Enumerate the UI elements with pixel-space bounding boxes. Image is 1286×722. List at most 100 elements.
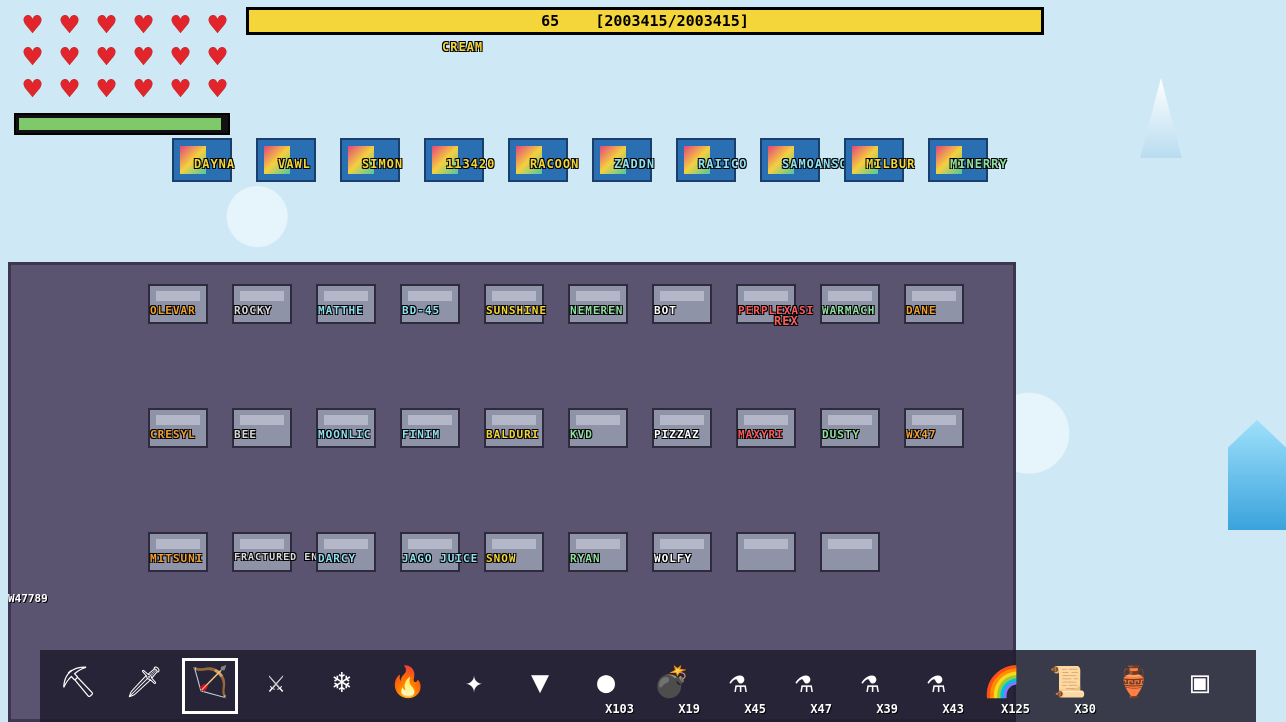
statue-name-label: SNOW [486,552,517,565]
pedestal-name-label: ZADDN [614,157,656,171]
potion-yellow-icon: ⚗ [860,665,880,700]
sword-icon: 🗡 [124,665,164,700]
heart-icon: ♥ [60,40,79,75]
statue-name-label: FINIM [402,428,441,441]
item-count: X45 [744,702,766,716]
hotbar-slot[interactable]: ⚗ X43 [908,658,964,716]
hotbar-slot[interactable]: 🏺 [1106,658,1162,714]
heart-icon: ♥ [208,8,227,43]
statue-name-label: MATTHE [318,304,364,317]
scroll-icon: 📜 [1049,665,1087,700]
statue-name-label: DUSTY [822,428,861,441]
statue-name-label: SUNSHINE [486,304,547,317]
item-count: X103 [605,702,634,716]
museum-statue[interactable] [820,532,880,572]
xp-bar: 65 [2003415/2003415] [246,7,1044,35]
statue-name-label: MAXYRI [738,428,784,441]
statue-sublabel: REX [774,314,799,328]
hotbar-slot[interactable]: ⚔ [248,658,304,714]
hotbar-slot[interactable]: ✦ [446,658,502,714]
hotbar-slot[interactable]: ▼ [512,658,568,714]
bone-rod-icon: ✦ [464,665,484,700]
hotbar-slot[interactable]: ⛏ [50,658,106,714]
heart-icon: ♥ [134,40,153,75]
statue-name-label: WOLFY [654,552,693,565]
hotbar-slot[interactable]: ▣ [1172,658,1228,714]
statue-name-label: JAGO JUICE [402,552,479,565]
statue-name-label: RYAN [570,552,601,565]
statue-name-label: WARMACH [822,304,876,317]
ice-rod-icon: ❄ [332,665,352,700]
heart-icon: ♥ [171,72,190,107]
statue-name-label: BALDURI [486,428,540,441]
statue-name-label: DARCY [318,552,357,565]
heart-icon: ♥ [208,40,227,75]
heart-icon: ♥ [97,40,116,75]
pedestal-name-label: DAYNA [194,157,236,171]
heart-icon: ♥ [97,72,116,107]
statue-name-label: KVD [570,428,593,441]
heart-icon: ♥ [23,40,42,75]
fire-rod-icon: 🔥 [389,665,427,700]
heart-icon: ♥ [60,8,79,43]
statue-name-label: MOONLIC [318,428,372,441]
heart-icon: ♥ [134,72,153,107]
energy-bar-fill [19,118,221,130]
heart-icon: ♥ [208,72,227,107]
potion-multi-icon: ⚗ [926,665,946,700]
pedestal-name-label: MINERRY [950,157,1008,171]
heart-icon: ♥ [134,8,153,43]
pedestal-name-label: VAWL [278,157,311,171]
energy-bar [14,113,230,135]
statue-name-label: BOT [654,304,677,317]
hotbar: ⛏ 🗡 🏹 ⚔ ❄ 🔥 ✦ ▼ ● X103 💣 X19 ⚗ X45 ⚗ X47 ⚗ X39 ⚗ X43 🌈 X125 📜 X… [40,650,1256,722]
statue-name-label: CRESYL [150,428,196,441]
pedestal-name-label: MILBUR [866,157,916,171]
potion-red-icon: ⚗ [794,665,814,700]
jar-icon: 🏺 [1115,665,1153,700]
heart-icon: ♥ [171,8,190,43]
hotbar-slot[interactable]: ⚗ X45 [710,658,766,716]
item-count: X39 [876,702,898,716]
pedestal-name-label: 113420 [446,157,496,171]
hotbar-slot[interactable]: 🔥 [380,658,436,714]
hotbar-slot[interactable]: ⚗ X47 [776,658,832,716]
drill-icon: ▼ [530,665,550,700]
hotbar-slot[interactable]: 🌈 X125 [974,658,1030,716]
item-count: X47 [810,702,832,716]
heart-icon: ♥ [23,72,42,107]
pedestal-name-label: SIMON [362,157,404,171]
item-count: X43 [942,702,964,716]
hotbar-slot[interactable]: ⚗ X39 [842,658,898,716]
pedestal-name-label: SAMOANSO [782,157,848,171]
heart-icon: ♥ [171,40,190,75]
statue-name-label: BD-45 [402,304,441,317]
statue-name-label: NEMEREN [570,304,624,317]
museum-statue[interactable] [736,532,796,572]
statue-name-label: PIZZAZ [654,428,700,441]
pedestal-name-label: RAIICO [698,157,748,171]
heart-icon: ♥ [97,8,116,43]
statue-name-label: MITSUNI [150,552,204,565]
spear-icon: ⚔ [266,665,286,700]
hotbar-slot[interactable]: ● X103 [578,658,634,716]
green-screen-icon: ▣ [1190,665,1210,700]
hotbar-slot[interactable]: 🗡 [116,658,172,714]
hotbar-slot[interactable]: 📜 X30 [1040,658,1096,716]
player-name-label: W47789 [8,592,48,605]
orb-icon: ● [596,665,616,700]
xp-text: [2003415/2003415] [595,12,749,30]
pedestal-name-label: RACOON [530,157,580,171]
bow-icon: 🏹 [191,665,229,700]
hotbar-slot[interactable]: ❄ [314,658,370,714]
hotbar-slot[interactable]: 🏹 [182,658,238,714]
statue-name-label: OLEVAR [150,304,196,317]
heart-icon: ♥ [60,72,79,107]
level-text: 65 [541,12,560,30]
item-count: X125 [1001,702,1030,716]
hotbar-slot[interactable]: 💣 X19 [644,658,700,716]
statue-name-label: BEE [234,428,257,441]
pickaxe-icon: ⛏ [58,665,98,700]
statue-name-label: ROCKY [234,304,273,317]
statue-name-label: WX47 [906,428,937,441]
